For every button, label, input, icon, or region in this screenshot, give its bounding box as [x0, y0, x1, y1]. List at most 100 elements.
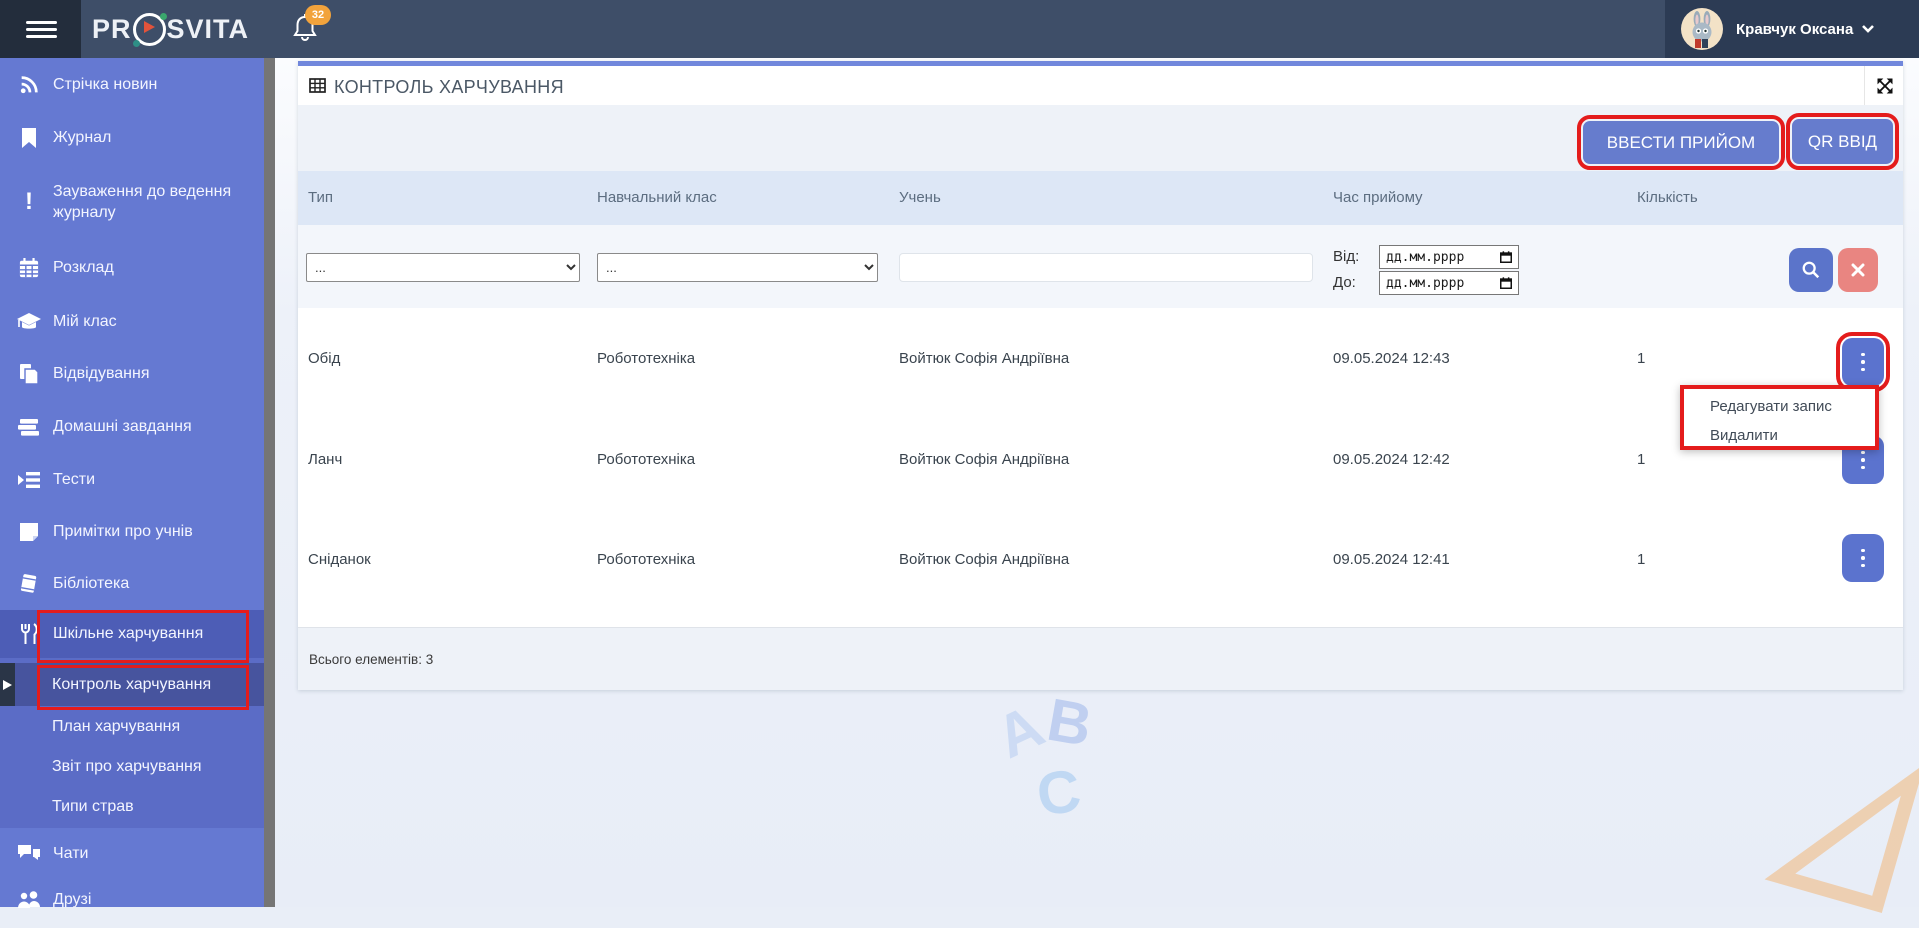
- user-name: Кравчук Оксана: [1736, 21, 1853, 38]
- tests-icon: [17, 468, 41, 492]
- graduation-cap-icon: [17, 310, 41, 334]
- cell-student: Войтюк Софія Андріївна: [899, 408, 1069, 510]
- sidebar-item-homework[interactable]: Домашні завдання: [0, 400, 264, 453]
- search-button[interactable]: [1789, 248, 1833, 292]
- column-class: Навчальний клас: [597, 171, 717, 225]
- sidebar-item-friends[interactable]: Друзі: [0, 880, 264, 920]
- sidebar: Стрічка новин Журнал ! Зауваження до вед…: [0, 58, 264, 907]
- column-quantity: Кількість: [1637, 171, 1698, 225]
- calendar-icon: [1499, 250, 1513, 264]
- sidebar-item-journal-remarks[interactable]: ! Зауваження до ведення журналу: [0, 164, 264, 240]
- row-actions-kebab-button[interactable]: [1842, 338, 1884, 386]
- logo-text-pre: PR: [92, 14, 132, 45]
- hamburger-line: [26, 35, 57, 38]
- sidebar-item-my-class[interactable]: Мій клас: [0, 296, 264, 348]
- sidebar-item-schedule[interactable]: Розклад: [0, 240, 264, 296]
- table-row: Сніданок Робототехніка Войтюк Софія Андр…: [298, 510, 1903, 609]
- total-elements-text: Всього елементів: 3: [309, 652, 433, 667]
- sidebar-item-journal[interactable]: Журнал: [0, 112, 264, 164]
- content-scrollbar[interactable]: [264, 58, 275, 907]
- avatar: [1681, 8, 1723, 50]
- date-to-input[interactable]: дд.мм.рррр: [1379, 271, 1519, 295]
- sidebar-item-student-notes[interactable]: Примітки про учнів: [0, 506, 264, 558]
- type-filter-select[interactable]: ...: [306, 253, 580, 282]
- date-to-label: До:: [1333, 274, 1356, 291]
- date-from-label: Від:: [1333, 248, 1359, 265]
- panel-footer: Всього елементів: 3: [298, 627, 1903, 690]
- kebab-icon: [1848, 451, 1878, 470]
- column-student: Учень: [899, 171, 941, 225]
- sidebar-item-meal-plan[interactable]: План харчування: [0, 706, 264, 748]
- library-icon: [17, 572, 41, 596]
- menu-item-edit-record[interactable]: Редагувати запис: [1684, 392, 1875, 421]
- close-icon: [1851, 263, 1865, 277]
- sidebar-item-attendance[interactable]: Відвідування: [0, 348, 264, 400]
- user-menu[interactable]: Кравчук Оксана: [1665, 0, 1919, 58]
- menu-item-delete[interactable]: Видалити: [1684, 421, 1875, 450]
- homework-icon: [17, 415, 41, 439]
- cell-quantity: 1: [1637, 408, 1645, 510]
- cell-quantity: 1: [1637, 510, 1645, 608]
- cell-type: Сніданок: [308, 510, 371, 608]
- ruler-watermark: [1735, 718, 1919, 928]
- search-icon: [1801, 260, 1821, 280]
- cell-quantity: 1: [1637, 308, 1645, 408]
- logo-text-post: SVITA: [167, 14, 250, 45]
- sidebar-item-dish-types[interactable]: Типи страв: [0, 786, 264, 828]
- cell-student: Войтюк Софія Андріївна: [899, 510, 1069, 608]
- date-from-input[interactable]: дд.мм.рррр: [1379, 245, 1519, 269]
- watermark-letter: B: [1042, 685, 1097, 760]
- page-title: КОНТРОЛЬ ХАРЧУВАННЯ: [334, 77, 564, 98]
- panel-header: КОНТРОЛЬ ХАРЧУВАННЯ: [298, 66, 1903, 106]
- active-item-marker-icon: [0, 663, 15, 706]
- column-time: Час прийому: [1333, 171, 1423, 225]
- sidebar-item-tests[interactable]: Тести: [0, 453, 264, 506]
- chat-icon: [17, 842, 41, 866]
- table-header-row: Тип Навчальний клас Учень Час прийому Кі…: [298, 171, 1903, 225]
- column-type: Тип: [308, 171, 333, 225]
- table-row: Ланч Робототехніка Войтюк Софія Андріївн…: [298, 408, 1903, 511]
- student-filter-input[interactable]: [899, 253, 1313, 282]
- sidebar-item-school-meals[interactable]: Шкільне харчування: [0, 610, 264, 658]
- sidebar-item-news-feed[interactable]: Стрічка новин: [0, 58, 264, 112]
- sidebar-item-library[interactable]: Бібліотека: [0, 558, 264, 610]
- row-context-menu: Редагувати запис Видалити: [1680, 385, 1879, 450]
- cell-type: Обід: [308, 308, 340, 408]
- table-row: Обід Робототехніка Войтюк Софія Андріївн…: [298, 308, 1903, 409]
- expand-icon[interactable]: [1875, 76, 1895, 96]
- hamburger-line: [26, 21, 57, 24]
- sidebar-item-meal-report[interactable]: Звіт про харчування: [0, 748, 264, 786]
- cell-student: Войтюк Софія Андріївна: [899, 308, 1069, 408]
- sidebar-item-meal-control[interactable]: Контроль харчування: [0, 663, 264, 706]
- clear-filter-button[interactable]: [1838, 248, 1878, 292]
- row-actions-kebab-button[interactable]: [1842, 534, 1884, 582]
- notification-count-badge: 32: [305, 5, 331, 25]
- cell-time: 09.05.2024 12:43: [1333, 308, 1450, 408]
- enter-intake-button[interactable]: ВВЕСТИ ПРИЙОМ: [1583, 121, 1779, 164]
- table-bottom-gap: [298, 608, 1903, 627]
- hamburger-menu-button[interactable]: [0, 0, 81, 58]
- chevron-down-icon: [1861, 24, 1875, 34]
- cell-time: 09.05.2024 12:42: [1333, 408, 1450, 510]
- class-filter-select[interactable]: ...: [597, 253, 878, 282]
- table-filter-row: ... ... Від: До: дд.мм.рррр дд.мм.рррр: [298, 225, 1903, 308]
- cell-class: Робототехніка: [597, 308, 695, 408]
- exclamation-icon: !: [17, 190, 41, 214]
- kebab-icon: [1848, 549, 1878, 568]
- rss-icon: [17, 73, 41, 97]
- qr-input-button[interactable]: QR ВВІД: [1792, 119, 1893, 164]
- notes-icon: [17, 520, 41, 544]
- bookmark-icon: [17, 126, 41, 150]
- cell-type: Ланч: [308, 408, 342, 510]
- sidebar-item-chats[interactable]: Чати: [0, 828, 264, 880]
- meals-submenu: Контроль харчування План харчування Звіт…: [0, 658, 264, 828]
- meals-icon: [17, 622, 41, 646]
- table-grid-icon: [309, 78, 326, 93]
- cell-class: Робототехніка: [597, 510, 695, 608]
- cell-class: Робототехніка: [597, 408, 695, 510]
- header-divider: [1864, 66, 1865, 105]
- attendance-icon: [17, 362, 41, 386]
- logo-circle-icon: [133, 13, 166, 46]
- top-bar: PR SVITA 32 Кравчук Оксан: [0, 0, 1919, 58]
- hamburger-line: [26, 28, 57, 31]
